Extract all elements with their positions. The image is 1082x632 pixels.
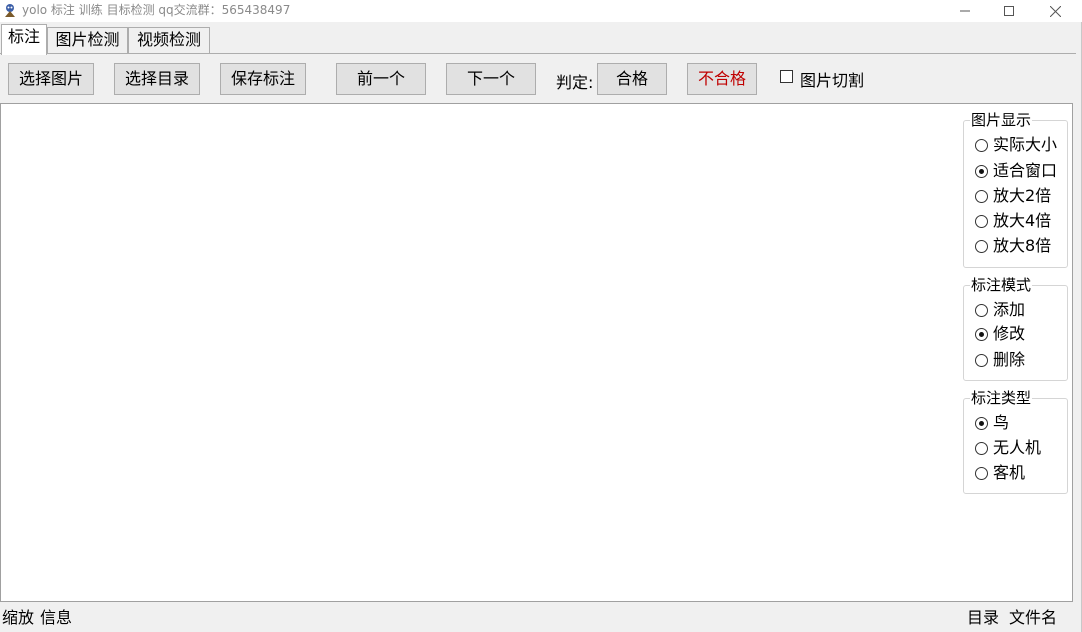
status-directory: 目录	[967, 608, 1000, 627]
close-button[interactable]	[1032, 0, 1078, 22]
tab-annotate[interactable]: 标注	[1, 24, 47, 55]
save-annotation-button[interactable]: 保存标注	[220, 63, 306, 95]
select-directory-button[interactable]: 选择目录	[114, 63, 200, 95]
radio-icon	[975, 353, 988, 367]
close-icon	[1049, 5, 1061, 17]
display-group-title: 图片显示	[970, 111, 1033, 129]
radio-icon	[975, 189, 988, 203]
next-button[interactable]: 下一个	[446, 63, 536, 95]
radio-icon	[975, 303, 988, 317]
type-option-airliner[interactable]: 客机	[975, 463, 1025, 483]
type-option-bird[interactable]: 鸟	[975, 413, 1009, 433]
radio-icon	[975, 214, 988, 228]
select-image-button[interactable]: 选择图片	[8, 63, 94, 95]
window-title: yolo 标注 训练 目标检测 qq交流群：565438497	[22, 3, 291, 17]
maximize-icon	[1004, 6, 1014, 16]
type-group: 标注类型 鸟 无人机 客机	[963, 389, 1068, 494]
display-option-fit[interactable]: 适合窗口	[975, 161, 1057, 181]
mode-option-edit[interactable]: 修改	[975, 324, 1025, 344]
mode-option-add[interactable]: 添加	[975, 300, 1025, 320]
display-group: 图片显示 实际大小 适合窗口 放大2倍 放大4倍 放大8倍	[963, 111, 1068, 268]
tab-divider	[0, 53, 1076, 54]
display-option-actual[interactable]: 实际大小	[975, 135, 1057, 155]
app-icon	[5, 4, 15, 17]
minimize-button[interactable]	[942, 0, 988, 22]
radio-icon	[975, 239, 988, 253]
type-group-title: 标注类型	[970, 389, 1033, 407]
mode-group: 标注模式 添加 修改 删除	[963, 276, 1068, 381]
app-window: yolo 标注 训练 目标检测 qq交流群：565438497 标注 图片检测 …	[0, 0, 1082, 632]
status-filename: 文件名	[1009, 608, 1058, 627]
crop-label[interactable]: 图片切割	[800, 67, 864, 91]
minimize-icon	[960, 10, 970, 12]
radio-icon	[975, 441, 988, 455]
prev-button[interactable]: 前一个	[336, 63, 426, 95]
status-info: 信息	[40, 608, 73, 627]
pass-button[interactable]: 合格	[597, 63, 667, 95]
mode-group-title: 标注模式	[970, 276, 1033, 294]
tab-image-detect[interactable]: 图片检测	[47, 27, 128, 54]
tab-video-detect[interactable]: 视频检测	[128, 27, 210, 54]
maximize-button[interactable]	[986, 0, 1032, 22]
fail-button[interactable]: 不合格	[687, 63, 757, 95]
display-option-8x[interactable]: 放大8倍	[975, 236, 1051, 256]
radio-icon	[975, 138, 988, 152]
radio-icon	[975, 466, 988, 480]
mode-option-delete[interactable]: 删除	[975, 350, 1025, 370]
status-zoom: 缩放	[2, 608, 35, 627]
title-bar: yolo 标注 训练 目标检测 qq交流群：565438497	[0, 0, 1082, 22]
type-option-drone[interactable]: 无人机	[975, 438, 1041, 458]
image-canvas[interactable]	[0, 103, 1073, 602]
radio-selected-icon	[975, 327, 988, 341]
tab-bar: 标注 图片检测 视频检测	[0, 22, 1076, 55]
radio-selected-icon	[975, 164, 988, 178]
radio-selected-icon	[975, 416, 988, 430]
crop-checkbox[interactable]	[780, 70, 793, 83]
display-option-4x[interactable]: 放大4倍	[975, 211, 1051, 231]
judge-label: 判定:	[556, 73, 594, 92]
display-option-2x[interactable]: 放大2倍	[975, 186, 1051, 206]
